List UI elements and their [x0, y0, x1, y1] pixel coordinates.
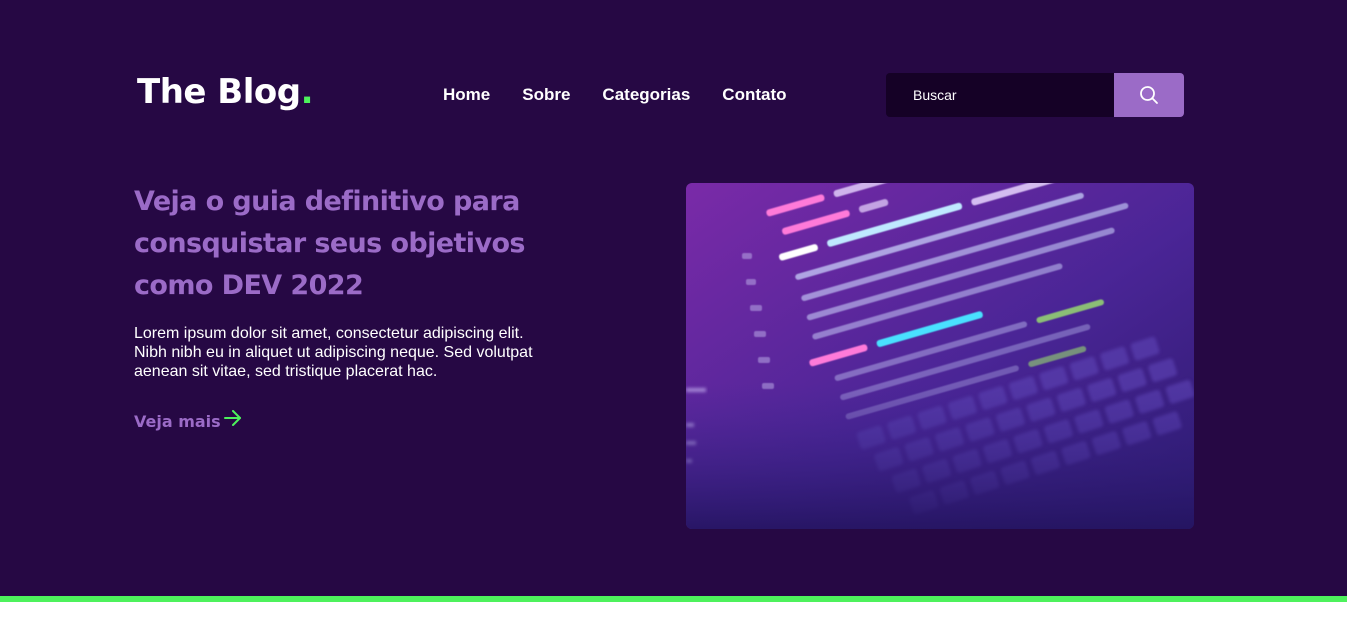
main-nav: Home Sobre Categorias Contato — [443, 84, 819, 106]
search-button[interactable] — [1114, 73, 1184, 117]
laptop-code-photo — [686, 183, 1194, 529]
hero-section: The Blog. Home Sobre Categorias Contato … — [0, 0, 1347, 596]
nav-categorias[interactable]: Categorias — [602, 84, 690, 106]
nav-contato[interactable]: Contato — [722, 84, 786, 106]
read-more-label: Veja mais — [134, 412, 221, 431]
read-more-link[interactable]: Veja mais — [134, 407, 242, 437]
nav-home[interactable]: Home — [443, 84, 490, 106]
hero-headline: Veja o guia definitivo para consquistar … — [134, 186, 525, 301]
site-logo[interactable]: The Blog. — [137, 70, 314, 114]
arrow-right-icon — [223, 410, 241, 426]
search-input[interactable] — [886, 73, 1114, 117]
logo-dot: . — [300, 72, 314, 112]
hero-image — [686, 183, 1194, 529]
logo-text: The Blog — [137, 72, 301, 112]
search-icon — [1140, 86, 1158, 104]
accent-divider — [0, 596, 1347, 602]
nav-sobre[interactable]: Sobre — [522, 84, 570, 106]
search-bar — [886, 73, 1184, 117]
hero-excerpt: Lorem ipsum dolor sit amet, consectetur … — [134, 325, 533, 380]
